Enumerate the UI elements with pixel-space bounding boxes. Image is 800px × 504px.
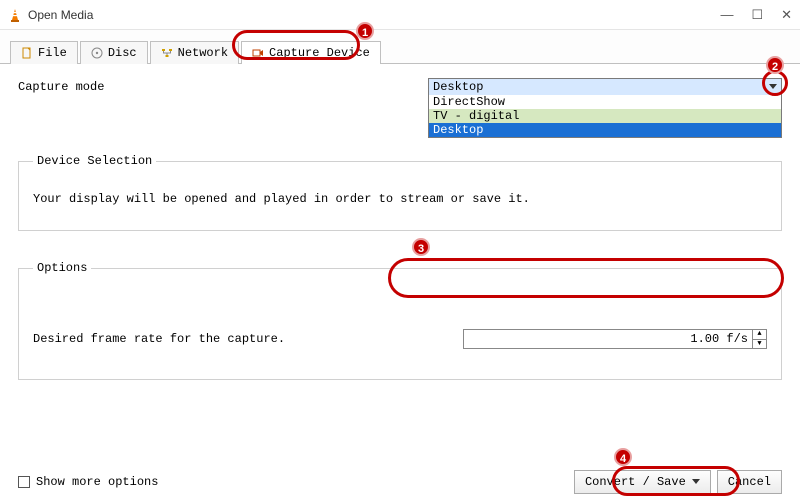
tab-network[interactable]: Network (150, 41, 239, 64)
capture-mode-label: Capture mode (18, 78, 104, 94)
tab-network-label: Network (178, 46, 228, 60)
vlc-cone-icon (8, 8, 22, 22)
show-more-label: Show more options (36, 475, 158, 489)
tab-disc[interactable]: Disc (80, 41, 148, 64)
spinner-up-icon[interactable]: ▲ (753, 330, 766, 340)
file-icon (21, 47, 33, 59)
maximize-button[interactable]: ☐ (751, 7, 763, 23)
device-selection-group: Device Selection Your display will be op… (18, 154, 782, 231)
capture-mode-option[interactable]: Desktop (429, 123, 781, 137)
capture-mode-option[interactable]: DirectShow (429, 95, 781, 109)
tab-file[interactable]: File (10, 41, 78, 64)
convert-save-button[interactable]: Convert / Save (574, 470, 711, 494)
cancel-button[interactable]: Cancel (717, 470, 782, 494)
minimize-button[interactable]: — (720, 7, 733, 23)
fps-spinner[interactable]: ▲ ▼ (753, 329, 767, 349)
disc-icon (91, 47, 103, 59)
chevron-down-icon (692, 475, 700, 489)
tab-capture-label: Capture Device (269, 46, 370, 60)
titlebar: Open Media — ☐ ✕ (0, 0, 800, 30)
fps-label: Desired frame rate for the capture. (33, 332, 463, 346)
capture-mode-dropdown[interactable]: Desktop DirectShow TV - digital Desktop (428, 78, 782, 138)
spinner-down-icon[interactable]: ▼ (753, 340, 766, 349)
annotation-badge-4: 4 (614, 448, 632, 466)
fps-input[interactable] (463, 329, 753, 349)
tab-file-label: File (38, 46, 67, 60)
show-more-checkbox[interactable] (18, 476, 30, 488)
tab-capture-device[interactable]: Capture Device (241, 41, 381, 64)
tab-disc-label: Disc (108, 46, 137, 60)
window-title: Open Media (28, 8, 93, 22)
options-group: Options Desired frame rate for the captu… (18, 261, 782, 380)
capture-mode-options: DirectShow TV - digital Desktop (429, 95, 781, 137)
network-icon (161, 47, 173, 59)
close-button[interactable]: ✕ (781, 7, 792, 23)
capture-mode-selected[interactable]: Desktop (429, 79, 781, 95)
capture-mode-option[interactable]: TV - digital (429, 109, 781, 123)
chevron-down-icon[interactable] (766, 80, 780, 94)
capture-icon (252, 47, 264, 59)
device-selection-legend: Device Selection (33, 154, 156, 168)
tab-bar: File Disc Network Capture Device (0, 30, 800, 64)
options-legend: Options (33, 261, 91, 275)
device-selection-desc: Your display will be opened and played i… (33, 192, 767, 206)
